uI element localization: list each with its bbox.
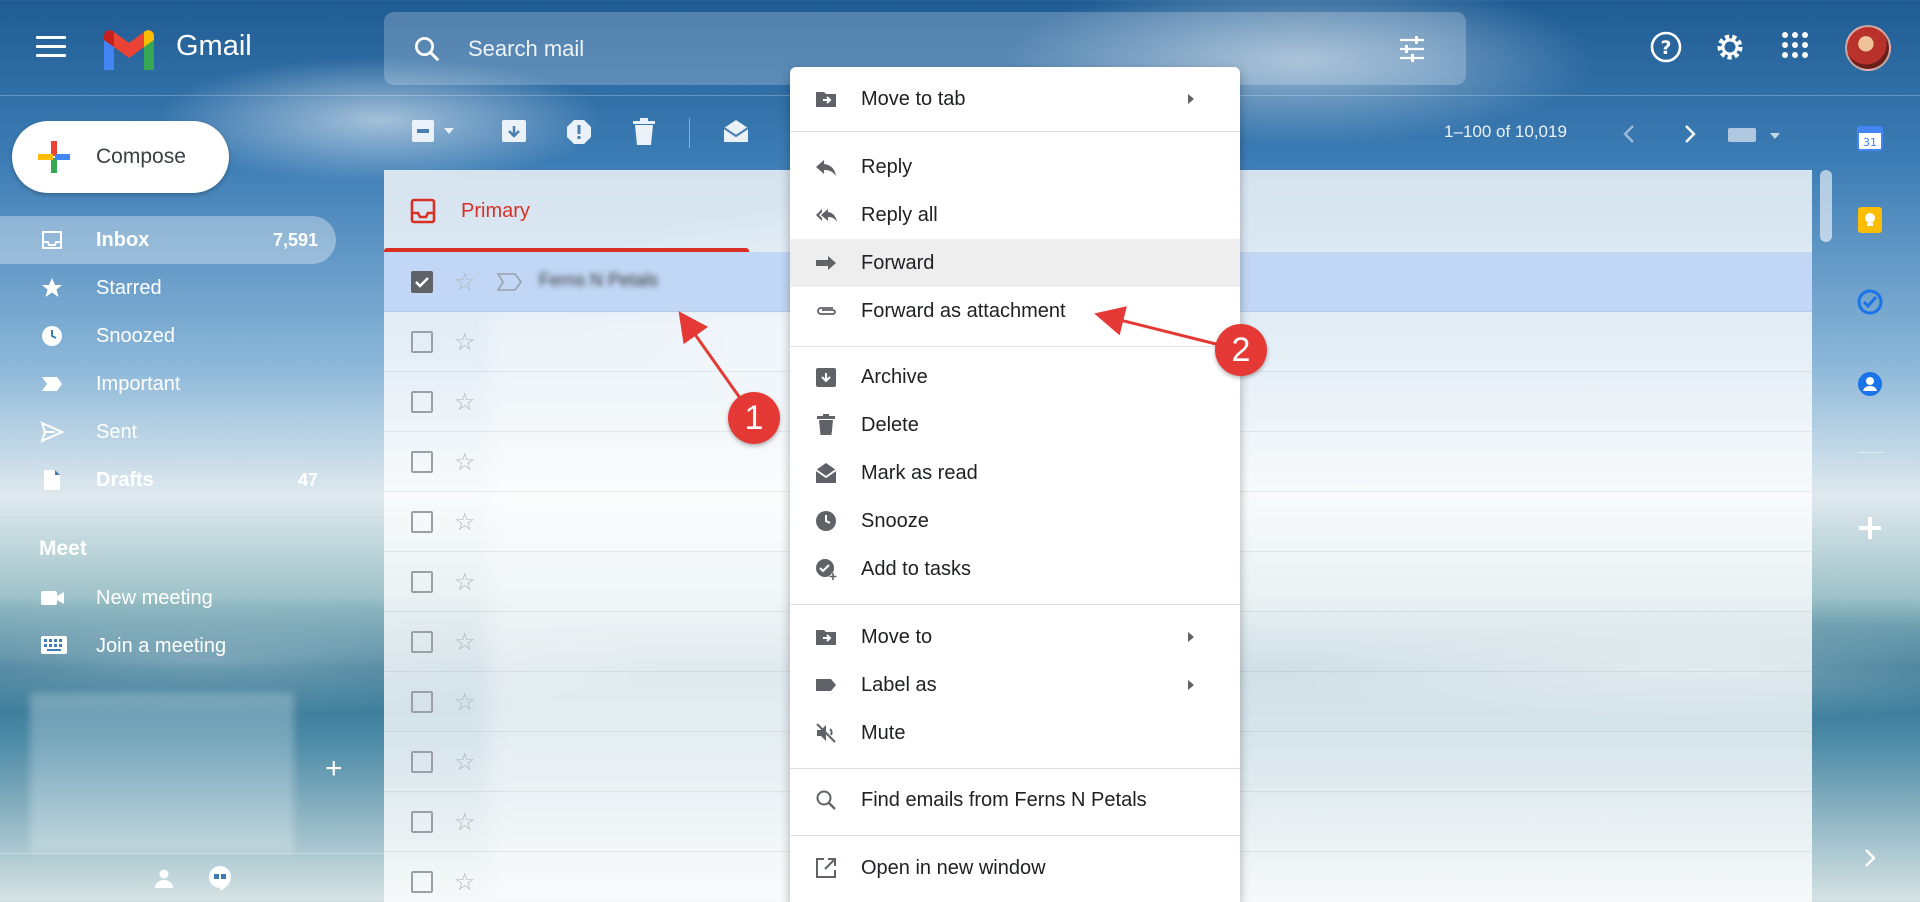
callout-badge-1: 1 [728, 392, 780, 444]
annotation-arrows [678, 306, 1217, 399]
annotation-arrow-2 [1094, 306, 1217, 346]
annotation-arrow-1 [678, 311, 742, 399]
callout-badge-2: 2 [1215, 324, 1267, 376]
